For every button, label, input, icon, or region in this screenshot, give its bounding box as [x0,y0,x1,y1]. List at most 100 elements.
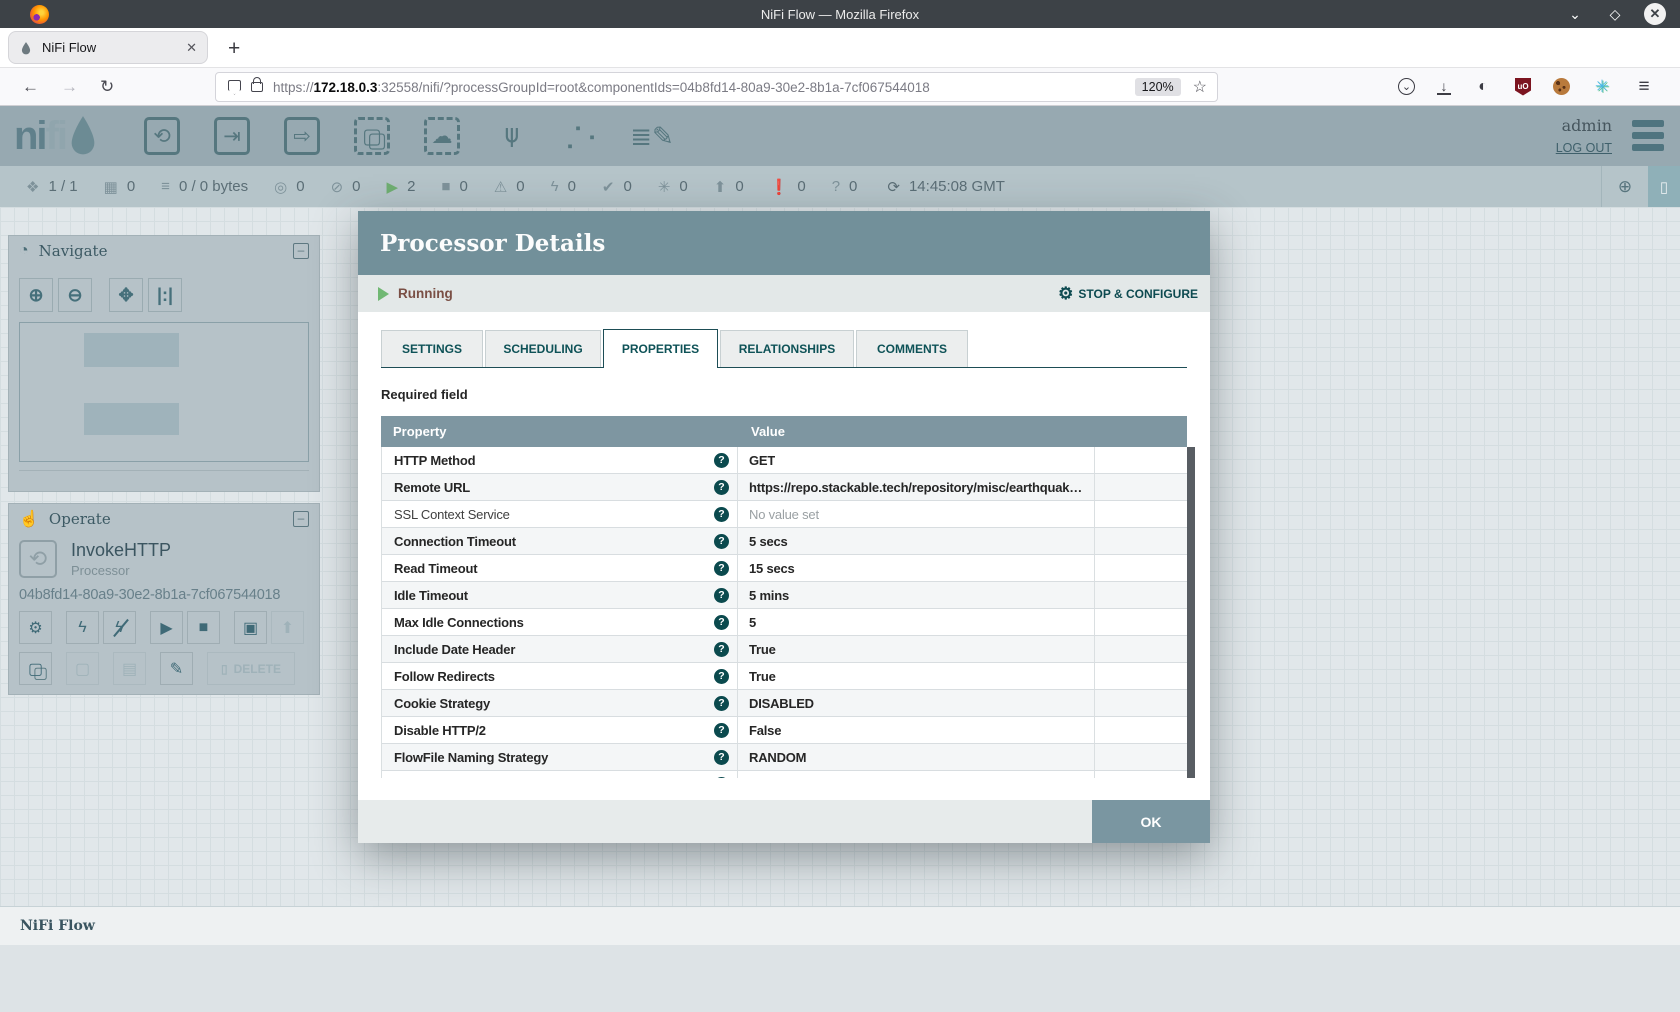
status-item: ✳0 [658,178,688,196]
help-icon[interactable]: ? [714,696,729,711]
ok-button[interactable]: OK [1092,800,1210,843]
operate-card: ⟲ InvokeHTTP Processor 04b8fd14-80a9-30e… [9,534,319,685]
tab-comments[interactable]: COMMENTS [856,330,968,368]
output-port-component-icon[interactable]: ⇨ [280,114,324,158]
locally-modified-icon: ✳ [658,178,671,196]
url-bar[interactable]: https://172.18.0.3:32558/nifi/?processGr… [215,72,1218,102]
stop-button[interactable]: ■ [187,611,220,644]
current-user: admin [1556,116,1612,135]
reload-button[interactable]: ↻ [100,77,114,97]
operate-buttons-row1: ⚙ϟϟ▶■▣⬆ [19,611,309,644]
processor-component-icon[interactable]: ⟲ [140,114,184,158]
table-scrollbar[interactable] [1187,447,1195,778]
zoom-in-button[interactable]: ⊕ [19,278,53,312]
lock-icon[interactable] [251,82,263,92]
value-cell[interactable]: DISABLED [738,690,1095,716]
value-cell[interactable]: 5 [738,609,1095,635]
remote-process-group-component-icon[interactable]: ☁ [420,114,464,158]
operate-collapse-button[interactable]: – [293,511,309,527]
create-template-button[interactable]: ▣ [234,611,267,644]
pocket-icon[interactable]: ⌄ [1398,78,1415,95]
value-cell[interactable]: GET [738,447,1095,473]
breadcrumb[interactable]: NiFi Flow [20,918,95,934]
help-icon[interactable]: ? [714,453,729,468]
help-icon[interactable]: ? [714,750,729,765]
tracking-shield-icon[interactable] [228,80,241,95]
minimize-icon[interactable]: ⌄ [1564,3,1586,25]
value-cell[interactable]: True [738,636,1095,662]
profile-icon[interactable]: ◐ [1473,77,1493,97]
help-icon[interactable]: ? [714,534,729,549]
window-controls: ⌄ ◇ ✕ [1564,3,1666,25]
bookmark-star-icon[interactable]: ☆ [1193,77,1207,97]
help-icon[interactable]: ? [714,588,729,603]
tab-close-icon[interactable]: ✕ [186,40,197,56]
value-cell[interactable]: False [738,717,1095,743]
value-cell[interactable]: 5 secs [738,528,1095,554]
refresh-time: 14:45:08 GMT [909,178,1005,195]
value-cell[interactable]: 5 mins [738,582,1095,608]
value-cell[interactable]: 15 secs [738,555,1095,581]
value-cell[interactable]: https://repo.stackable.tech/repository/m… [738,474,1095,500]
copy-button[interactable]: ▢ [19,652,52,685]
help-icon[interactable]: ? [714,561,729,576]
minimap[interactable] [19,322,309,462]
search-icon[interactable]: ⊕ [1602,177,1648,197]
help-icon[interactable]: ? [714,480,729,495]
status-item: ϟ0 [551,178,576,195]
delete-label: DELETE [234,662,281,676]
help-icon[interactable]: ? [714,615,729,630]
maximize-icon[interactable]: ◇ [1604,3,1626,25]
refresh-icon[interactable]: ⟳ [887,178,900,196]
zoom-level-badge[interactable]: 120% [1135,78,1181,96]
cookie-icon[interactable] [1553,78,1570,95]
browser-tab[interactable]: NiFi Flow ✕ [8,31,208,64]
help-icon[interactable]: ? [714,723,729,738]
zoom-actual-button[interactable]: |:| [148,278,182,312]
property-value: DISABLED [749,696,814,711]
template-component-icon[interactable]: ▪ [560,114,604,158]
help-icon[interactable]: ? [714,669,729,684]
back-button[interactable]: ← [22,77,39,97]
label-component-icon[interactable]: ≣✎ [630,114,674,158]
tab-properties[interactable]: PROPERTIES [603,329,718,368]
new-tab-button[interactable]: + [228,37,240,61]
stop-configure-button[interactable]: ⚙ STOP & CONFIGURE [1058,284,1198,304]
help-icon[interactable]: ? [714,507,729,522]
group-button[interactable]: ✎ [160,652,193,685]
value-cell[interactable]: True [738,663,1095,689]
ublock-icon[interactable]: uO [1515,78,1531,96]
download-icon[interactable]: ↓ [1437,79,1451,95]
tab-settings[interactable]: SETTINGS [381,330,483,368]
navigate-footer [19,470,309,486]
close-icon[interactable]: ✕ [1644,3,1666,25]
disable-button[interactable]: ϟ [103,611,136,644]
extension-icon[interactable]: ✳ [1592,77,1612,97]
logout-link[interactable]: LOG OUT [1556,141,1612,155]
minimap-processor [84,403,179,435]
operate-panel: ☝ Operate – ⟲ InvokeHTTP Processor 04b8f… [8,503,320,695]
value-cell[interactable]: RANDOM [738,744,1095,770]
zoom-fit-button[interactable]: ✥ [109,278,143,312]
enable-button[interactable]: ϟ [66,611,99,644]
input-port-component-icon[interactable]: ⇥ [210,114,254,158]
funnel-component-icon[interactable]: ⋔ [490,114,534,158]
value-cell[interactable]: No value set [738,501,1095,527]
navigate-collapse-button[interactable]: – [293,243,309,259]
value-cell[interactable]: No value set [738,771,1095,778]
menu-icon[interactable]: ≡ [1634,77,1654,97]
property-cell: Max Idle Connections? [382,609,738,635]
disabled-icon: ϟ [551,178,559,195]
help-icon[interactable]: ? [714,777,729,779]
help-icon[interactable]: ? [714,642,729,657]
global-menu-icon[interactable] [1632,120,1664,151]
start-button[interactable]: ▶ [150,611,183,644]
scrollbar-thumb[interactable] [1187,447,1195,778]
process-group-component-icon[interactable]: ▢ [350,114,394,158]
tab-relationships[interactable]: RELATIONSHIPS [720,330,854,368]
sidebar-toggle-button[interactable]: ▯ [1648,166,1680,207]
tab-scheduling[interactable]: SCHEDULING [485,330,601,368]
configure-button[interactable]: ⚙ [19,611,52,644]
zoom-out-button[interactable]: ⊖ [58,278,92,312]
minimap-processor [84,333,179,367]
